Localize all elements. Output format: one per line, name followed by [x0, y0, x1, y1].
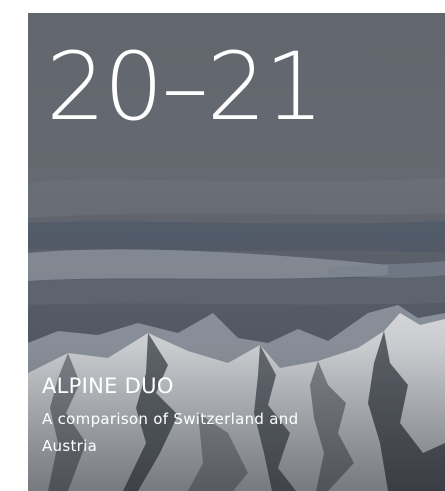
year-range-heading: 20–21 [46, 33, 324, 142]
caption-title: ALPINE DUO [42, 374, 174, 398]
caption: ALPINE DUO A comparison of Switzerland a… [42, 372, 322, 460]
hero-card[interactable]: 20–21 ALPINE DUO A comparison of Switzer… [28, 13, 445, 491]
caption-subtitle: A comparison of Switzerland and Austria [42, 410, 299, 455]
